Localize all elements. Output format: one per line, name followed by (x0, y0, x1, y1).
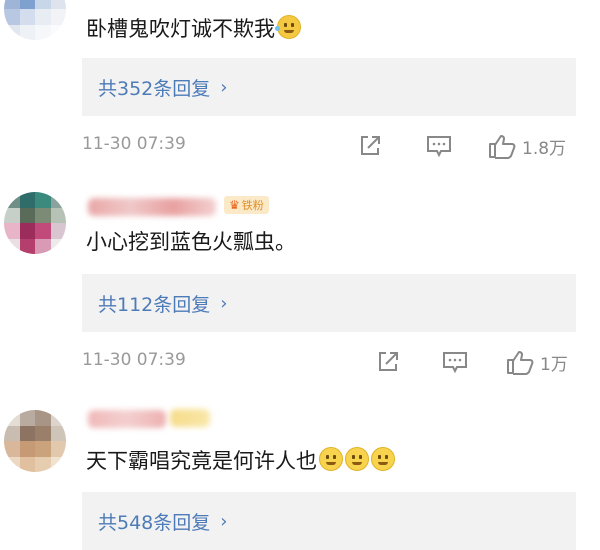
like-count: 1万 (540, 354, 568, 375)
vip-badge-blurred (170, 409, 210, 427)
share-icon (379, 352, 398, 371)
avatar[interactable] (4, 0, 66, 40)
share-button[interactable] (376, 348, 400, 376)
laughing-tears-emoji-icon (275, 15, 301, 39)
timestamp: 11-30 07:39 (82, 350, 186, 370)
view-replies-button[interactable]: 共352条回复 › (82, 58, 576, 116)
avatar[interactable] (4, 192, 66, 254)
avatar[interactable] (4, 410, 66, 472)
thumbs-up-icon (507, 351, 534, 375)
fan-badge: ♛ 铁粉 (224, 196, 269, 214)
comment-text: 天下霸唱究竟是何许人也 (86, 447, 395, 475)
chevron-right-icon: › (220, 292, 228, 314)
like-button[interactable]: 1.8万 (488, 132, 566, 160)
comment-meta: 11-30 07:39 1.8万 (82, 132, 576, 160)
comment-text: 卧槽鬼吹灯诚不欺我 (86, 15, 301, 43)
comment-icon (427, 136, 451, 158)
like-button[interactable]: 1万 (506, 348, 568, 376)
comment-button[interactable] (426, 132, 452, 160)
view-replies-button[interactable]: 共112条回复 › (82, 274, 576, 332)
timestamp: 11-30 07:39 (82, 134, 186, 154)
username-blurred[interactable] (88, 198, 216, 216)
chevron-right-icon: › (220, 510, 228, 532)
smile-emoji-icon (371, 447, 395, 471)
comment-text: 小心挖到蓝色火瓢虫。 (86, 230, 296, 254)
share-button[interactable] (358, 132, 382, 160)
smile-emoji-icon (319, 447, 343, 471)
comment-button[interactable] (442, 348, 468, 376)
chevron-right-icon: › (220, 76, 228, 98)
username-blurred[interactable] (88, 410, 166, 428)
smile-emoji-icon (345, 447, 369, 471)
crown-icon: ♛ (229, 198, 240, 212)
comment-icon (443, 352, 467, 374)
comment-meta: 11-30 07:39 1万 (82, 348, 576, 376)
view-replies-button[interactable]: 共548条回复 › (82, 492, 576, 550)
thumbs-up-icon (489, 135, 516, 159)
share-icon (361, 136, 380, 155)
like-count: 1.8万 (522, 138, 567, 159)
